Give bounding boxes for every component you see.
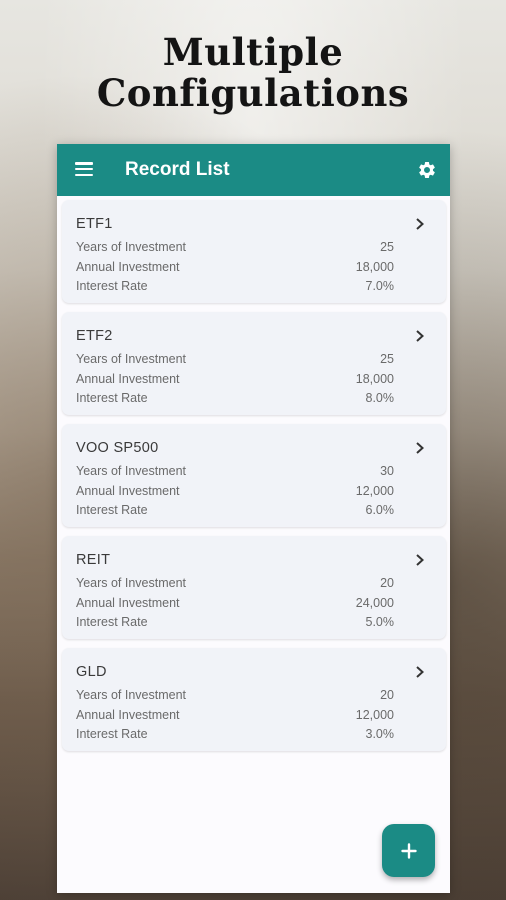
years-value: 20: [380, 688, 394, 702]
years-value: 20: [380, 576, 394, 590]
years-row: Years of Investment 30: [76, 464, 394, 482]
chevron-right-icon: [416, 554, 424, 566]
rate-row: Interest Rate 3.0%: [76, 727, 394, 745]
chevron-right-icon: [416, 666, 424, 678]
annual-value: 12,000: [355, 484, 394, 498]
rate-row: Interest Rate 5.0%: [76, 615, 394, 633]
years-label: Years of Investment: [76, 352, 187, 366]
app-screen: Record List ETF1 Years of Investment 25 A…: [57, 144, 450, 893]
years-value: 30: [380, 464, 394, 478]
record-name: ETF2: [76, 328, 113, 344]
rate-value: 6.0%: [365, 503, 395, 517]
rate-value: 7.0%: [365, 279, 395, 293]
years-value: 25: [380, 352, 394, 366]
years-row: Years of Investment 20: [76, 688, 394, 706]
annual-label: Annual Investment: [76, 596, 180, 610]
record-card[interactable]: REIT Years of Investment 20 Annual Invest…: [62, 536, 446, 639]
record-name: GLD: [76, 664, 107, 680]
annual-row: Annual Investment 24,000: [76, 596, 394, 614]
headline-line-2: Configulations: [96, 71, 410, 115]
headline-line-1: Multiple: [162, 30, 344, 74]
years-row: Years of Investment 20: [76, 576, 394, 594]
years-label: Years of Investment: [76, 240, 187, 254]
record-name: ETF1: [76, 216, 113, 232]
annual-value: 18,000: [355, 260, 394, 274]
promo-headline: Multiple Configulations: [0, 32, 506, 114]
rate-value: 8.0%: [365, 391, 395, 405]
rate-label: Interest Rate: [76, 279, 148, 293]
years-row: Years of Investment 25: [76, 240, 394, 258]
years-label: Years of Investment: [76, 576, 187, 590]
page-title: Record List: [125, 159, 230, 180]
annual-value: 18,000: [355, 372, 394, 386]
rate-value: 5.0%: [365, 615, 395, 629]
record-card[interactable]: ETF2 Years of Investment 25 Annual Invest…: [62, 312, 446, 415]
rate-label: Interest Rate: [76, 391, 148, 405]
chevron-right-icon: [416, 330, 424, 342]
record-card[interactable]: ETF1 Years of Investment 25 Annual Invest…: [62, 200, 446, 303]
annual-label: Annual Investment: [76, 484, 180, 498]
annual-row: Annual Investment 18,000: [76, 260, 394, 278]
annual-label: Annual Investment: [76, 372, 180, 386]
annual-value: 24,000: [355, 596, 394, 610]
years-value: 25: [380, 240, 394, 254]
rate-label: Interest Rate: [76, 503, 148, 517]
rate-row: Interest Rate 6.0%: [76, 503, 394, 521]
app-bar: Record List: [57, 144, 450, 196]
rate-value: 3.0%: [365, 727, 395, 741]
annual-row: Annual Investment 18,000: [76, 372, 394, 390]
menu-icon[interactable]: [75, 162, 93, 176]
record-name: VOO SP500: [76, 440, 159, 456]
years-label: Years of Investment: [76, 464, 187, 478]
years-label: Years of Investment: [76, 688, 187, 702]
annual-row: Annual Investment 12,000: [76, 708, 394, 726]
chevron-right-icon: [416, 218, 424, 230]
record-name: REIT: [76, 552, 111, 568]
plus-icon: [400, 842, 417, 859]
record-card[interactable]: GLD Years of Investment 20 Annual Investm…: [62, 648, 446, 751]
rate-label: Interest Rate: [76, 727, 148, 741]
gear-icon[interactable]: [417, 160, 437, 180]
rate-row: Interest Rate 7.0%: [76, 279, 394, 297]
add-record-button[interactable]: [382, 824, 435, 877]
rate-label: Interest Rate: [76, 615, 148, 629]
rate-row: Interest Rate 8.0%: [76, 391, 394, 409]
annual-label: Annual Investment: [76, 708, 180, 722]
record-card[interactable]: VOO SP500 Years of Investment 30 Annual I…: [62, 424, 446, 527]
annual-row: Annual Investment 12,000: [76, 484, 394, 502]
annual-label: Annual Investment: [76, 260, 180, 274]
years-row: Years of Investment 25: [76, 352, 394, 370]
chevron-right-icon: [416, 442, 424, 454]
annual-value: 12,000: [355, 708, 394, 722]
